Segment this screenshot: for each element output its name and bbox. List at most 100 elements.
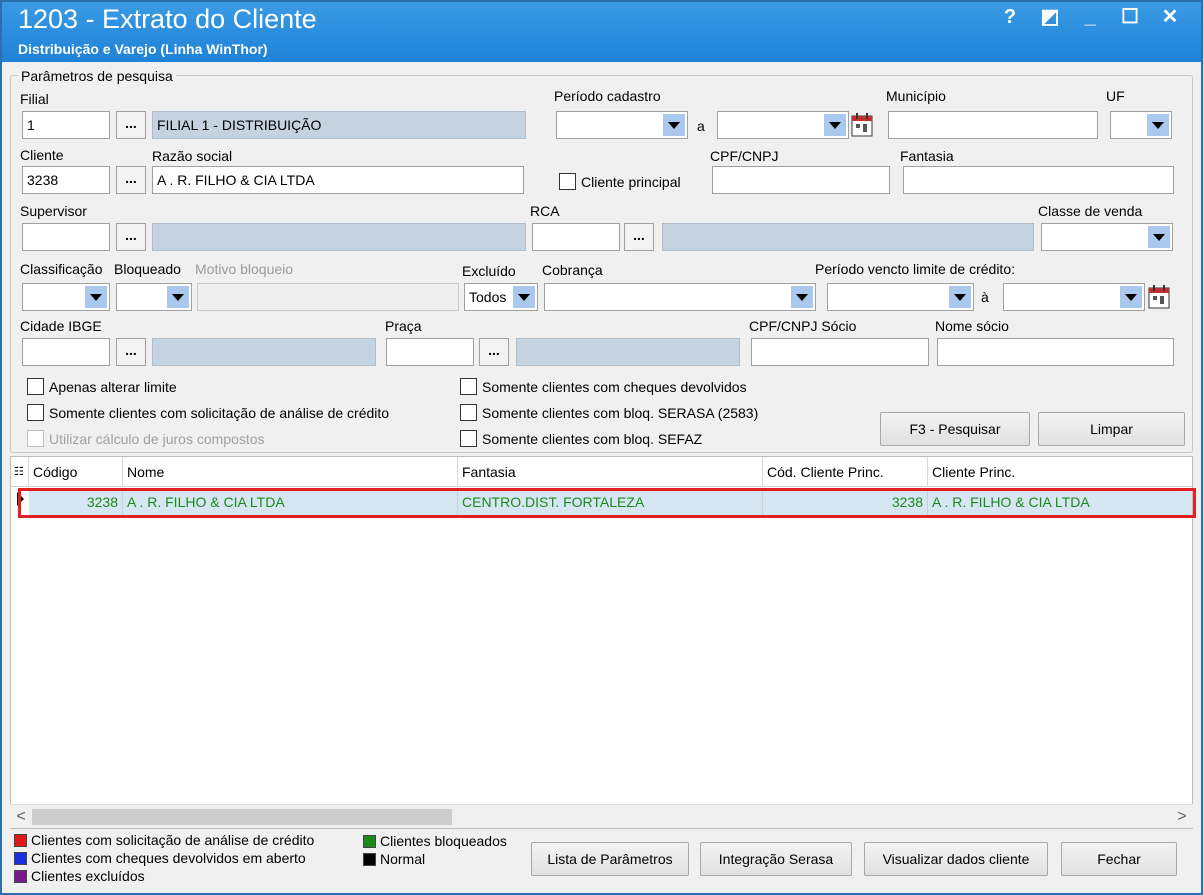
- calendar-icon[interactable]: [1147, 284, 1171, 310]
- scroll-left-button[interactable]: <: [12, 806, 30, 828]
- minimize-button[interactable]: _: [1073, 4, 1107, 30]
- chevron-down-icon: [513, 286, 535, 308]
- col-cliente-princ[interactable]: Cliente Princ.: [928, 457, 1192, 487]
- periodo-vencto-start[interactable]: [827, 283, 974, 311]
- juros-compostos-checkbox: Utilizar cálculo de juros compostos: [27, 430, 265, 447]
- help-button[interactable]: ?: [993, 4, 1027, 30]
- rca-input[interactable]: [532, 223, 620, 251]
- praca-name-field: [516, 338, 740, 366]
- praca-lookup-button[interactable]: ...: [479, 338, 509, 366]
- legend-item: Clientes bloqueados: [363, 833, 507, 849]
- window-title: 1203 - Extrato do Cliente: [18, 4, 317, 34]
- legend-swatch: [14, 833, 27, 847]
- bloq-serasa-checkbox[interactable]: Somente clientes com bloq. SERASA (2583): [460, 404, 758, 421]
- search-params-title: Parâmetros de pesquisa: [18, 68, 176, 84]
- chevron-down-icon: [1148, 226, 1170, 248]
- bloq-sefaz-label: Somente clientes com bloq. SEFAZ: [482, 430, 703, 447]
- cheques-devolvidos-checkbox[interactable]: Somente clientes com cheques devolvidos: [460, 378, 747, 395]
- filial-input[interactable]: 1: [22, 111, 110, 139]
- cobranca-select[interactable]: [544, 283, 816, 311]
- municipio-label: Município: [886, 88, 946, 104]
- periodo-cadastro-start[interactable]: [556, 111, 688, 139]
- cheques-devolvidos-label: Somente clientes com cheques devolvidos: [482, 378, 747, 395]
- excluido-label: Excluído: [462, 263, 516, 279]
- apenas-alterar-limite-label: Apenas alterar limite: [49, 378, 177, 395]
- pesquisar-button[interactable]: F3 - Pesquisar: [880, 412, 1030, 446]
- legend-swatch: [363, 834, 376, 848]
- cliente-principal-checkbox[interactable]: Cliente principal: [559, 173, 681, 190]
- nome-socio-input[interactable]: [937, 338, 1174, 366]
- col-codigo[interactable]: Código: [29, 457, 123, 487]
- scroll-thumb[interactable]: [32, 809, 452, 825]
- fantasia-input[interactable]: [903, 166, 1174, 194]
- grid-options-icon[interactable]: ☷: [11, 457, 29, 487]
- apenas-alterar-limite-checkbox[interactable]: Apenas alterar limite: [27, 378, 177, 395]
- chevron-down-icon: [949, 286, 971, 308]
- rca-lookup-button[interactable]: ...: [624, 223, 654, 251]
- cobranca-label: Cobrança: [542, 262, 603, 278]
- motivo-bloqueio-input: [197, 283, 459, 311]
- scroll-right-button[interactable]: >: [1173, 806, 1191, 828]
- legend-swatch: [363, 852, 376, 866]
- bloq-sefaz-checkbox[interactable]: Somente clientes com bloq. SEFAZ: [460, 430, 702, 447]
- close-button[interactable]: ✕: [1153, 4, 1187, 30]
- app-window: 1203 - Extrato do Cliente Distribuição e…: [0, 0, 1203, 895]
- maximize-button[interactable]: ☐: [1113, 4, 1147, 30]
- uf-select[interactable]: [1110, 111, 1172, 139]
- cidade-ibge-input[interactable]: [22, 338, 110, 366]
- classificacao-select[interactable]: [22, 283, 110, 311]
- nome-socio-label: Nome sócio: [935, 318, 1009, 334]
- legend-swatch: [14, 869, 27, 883]
- cidade-ibge-label: Cidade IBGE: [20, 318, 102, 334]
- cliente-lookup-button[interactable]: ...: [116, 166, 146, 194]
- legend-item: Clientes com solicitação de análise de c…: [14, 832, 314, 848]
- horizontal-scrollbar[interactable]: < >: [10, 804, 1193, 828]
- integracao-serasa-button[interactable]: Integração Serasa: [700, 842, 852, 876]
- solicitacao-credito-checkbox[interactable]: Somente clientes com solicitação de anál…: [27, 404, 389, 421]
- checkbox-box: [27, 430, 44, 447]
- bloq-serasa-label: Somente clientes com bloq. SERASA (2583): [482, 404, 759, 421]
- uf-label: UF: [1106, 88, 1125, 104]
- legend-item: Clientes excluídos: [14, 868, 145, 884]
- lista-parametros-button[interactable]: Lista de Parâmetros: [531, 842, 689, 876]
- chevron-down-icon: [85, 286, 107, 308]
- classe-venda-select[interactable]: [1041, 223, 1173, 251]
- cliente-input[interactable]: 3238: [22, 166, 110, 194]
- calendar-icon[interactable]: [850, 112, 874, 138]
- filial-lookup-button[interactable]: ...: [116, 111, 146, 139]
- supervisor-input[interactable]: [22, 223, 110, 251]
- limpar-button[interactable]: Limpar: [1038, 412, 1185, 446]
- checkbox-box: [27, 378, 44, 395]
- cpf-cnpj-input[interactable]: [712, 166, 890, 194]
- restore-layout-button[interactable]: ◩: [1033, 4, 1067, 30]
- cidade-ibge-lookup-button[interactable]: ...: [116, 338, 146, 366]
- col-fantasia[interactable]: Fantasia: [458, 457, 763, 487]
- cliente-label: Cliente: [20, 147, 64, 163]
- periodo-vencto-end[interactable]: [1003, 283, 1145, 311]
- fechar-button[interactable]: Fechar: [1061, 842, 1177, 876]
- periodo-cadastro-sep: a: [697, 118, 705, 134]
- cliente-principal-label: Cliente principal: [581, 173, 681, 190]
- chevron-down-icon: [1147, 114, 1169, 136]
- bloqueado-select[interactable]: [116, 283, 192, 311]
- razao-social-label: Razão social: [152, 148, 233, 164]
- cpf-cnpj-socio-input[interactable]: [751, 338, 929, 366]
- title-bar: 1203 - Extrato do Cliente Distribuição e…: [2, 2, 1201, 62]
- col-nome[interactable]: Nome: [123, 457, 458, 487]
- praca-label: Praça: [385, 318, 422, 334]
- col-cod-cliente-princ[interactable]: Cód. Cliente Princ.: [763, 457, 928, 487]
- classificacao-label: Classificação: [20, 261, 103, 277]
- periodo-cadastro-end[interactable]: [717, 111, 849, 139]
- legend-label: Clientes com solicitação de análise de c…: [31, 832, 315, 848]
- legend-label: Clientes excluídos: [31, 868, 145, 884]
- periodo-cadastro-label: Período cadastro: [554, 88, 661, 104]
- razao-social-input[interactable]: A . R. FILHO & CIA LTDA: [152, 166, 524, 194]
- visualizar-dados-button[interactable]: Visualizar dados cliente: [864, 842, 1048, 876]
- solicitacao-credito-label: Somente clientes com solicitação de anál…: [49, 404, 390, 421]
- grid-header: ☷ Código Nome Fantasia Cód. Cliente Prin…: [11, 457, 1192, 487]
- municipio-input[interactable]: [888, 111, 1098, 139]
- praca-input[interactable]: [386, 338, 474, 366]
- supervisor-lookup-button[interactable]: ...: [116, 223, 146, 251]
- excluido-select[interactable]: Todos: [464, 283, 538, 311]
- supervisor-label: Supervisor: [20, 203, 87, 219]
